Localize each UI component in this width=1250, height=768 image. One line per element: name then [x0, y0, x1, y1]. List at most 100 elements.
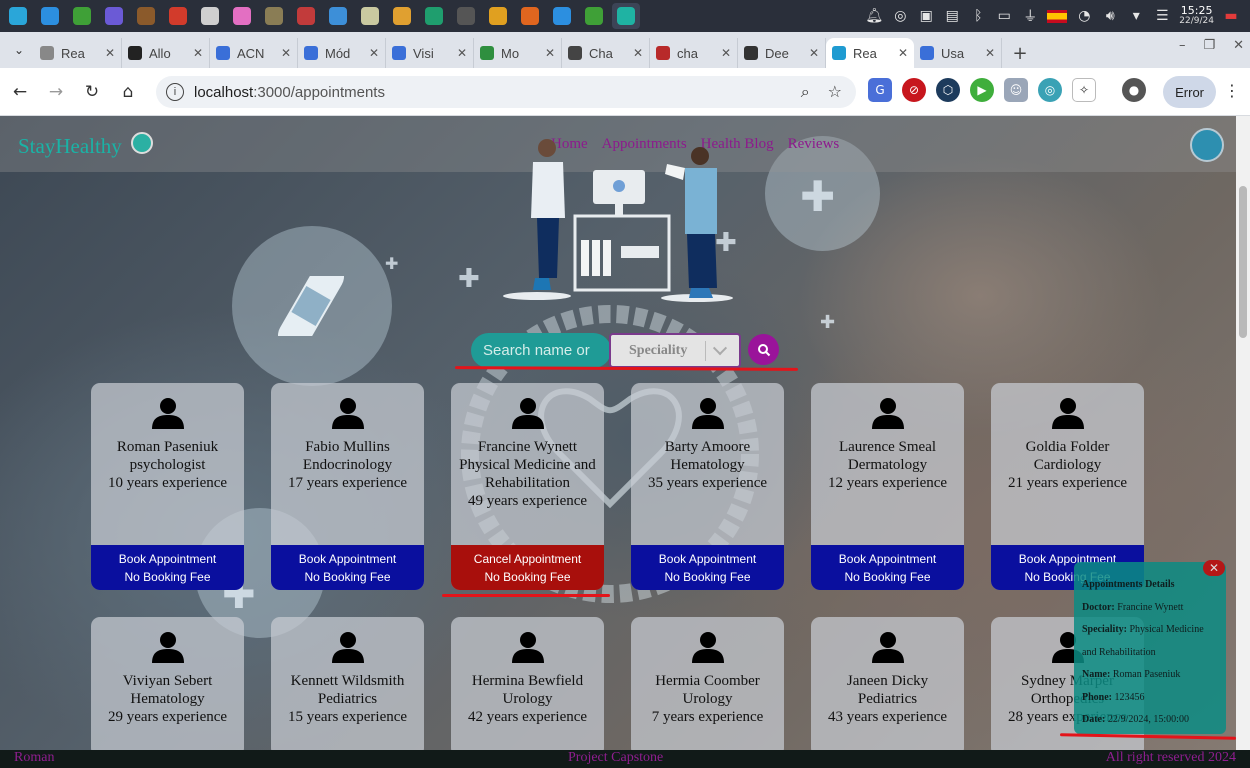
- dropdown-icon[interactable]: ▾: [1127, 8, 1145, 24]
- tab-close-icon[interactable]: ✕: [281, 46, 291, 60]
- vscode-icon[interactable]: [548, 3, 576, 29]
- app-moon-icon[interactable]: [100, 3, 128, 29]
- usb-icon[interactable]: ⏚: [1021, 6, 1039, 26]
- clipboard-icon[interactable]: ▤: [943, 8, 961, 24]
- book-appointment-button[interactable]: Book Appointment No Booking Fee: [631, 545, 784, 590]
- firefox-icon[interactable]: [516, 3, 544, 29]
- user-avatar-icon[interactable]: [1190, 128, 1224, 162]
- tab-close-icon[interactable]: ✕: [545, 46, 555, 60]
- browser-tab[interactable]: Visi ✕: [386, 38, 474, 68]
- bookmark-star-icon[interactable]: ☆: [828, 82, 842, 102]
- translate-extension-icon[interactable]: G: [868, 78, 892, 102]
- booking-fee-label: No Booking Fee: [484, 569, 571, 584]
- doctor-person-icon: [332, 632, 364, 663]
- popup-close-button[interactable]: ✕: [1203, 560, 1225, 576]
- tab-close-icon[interactable]: ✕: [193, 46, 203, 60]
- app-camera-icon[interactable]: [196, 3, 224, 29]
- app-palette-icon[interactable]: [388, 3, 416, 29]
- minimize-icon[interactable]: –: [1179, 38, 1186, 53]
- tab-close-icon[interactable]: ✕: [985, 46, 995, 60]
- zoom-icon[interactable]: ⌕: [801, 82, 810, 102]
- new-tab-button[interactable]: +: [1006, 39, 1034, 67]
- play-extension-icon[interactable]: ▶: [970, 78, 994, 102]
- github-icon: [128, 46, 142, 60]
- hex-extension-icon[interactable]: ⬡: [936, 78, 960, 102]
- browser-tab[interactable]: Mód ✕: [298, 38, 386, 68]
- app-disc-icon[interactable]: [324, 3, 352, 29]
- mongodb-icon[interactable]: [580, 3, 608, 29]
- error-button[interactable]: Error: [1163, 76, 1216, 108]
- site-info-icon[interactable]: i: [166, 83, 184, 101]
- tab-close-icon[interactable]: ✕: [369, 46, 379, 60]
- power-icon[interactable]: ▬: [1222, 8, 1240, 24]
- doctor-search-input[interactable]: Search name or: [471, 333, 611, 368]
- files-icon[interactable]: [356, 3, 384, 29]
- search-button[interactable]: [748, 334, 779, 365]
- vpn-icon[interactable]: ▣: [917, 8, 935, 24]
- tab-close-icon[interactable]: ✕: [809, 46, 819, 60]
- page-scrollbar[interactable]: [1236, 116, 1250, 750]
- app-tray-icon[interactable]: ◎: [891, 8, 909, 24]
- browser-tab[interactable]: Dee ✕: [738, 38, 826, 68]
- vscode-icon[interactable]: [36, 3, 64, 29]
- maximize-icon[interactable]: ❐: [1203, 38, 1215, 53]
- popup-name-row: Name: Roman Paseniuk: [1082, 669, 1181, 680]
- url-text[interactable]: localhost:3000/appointments: [194, 84, 385, 101]
- close-window-icon[interactable]: ✕: [1233, 38, 1244, 53]
- tab-search-button[interactable]: ⌄: [4, 35, 34, 65]
- speciality-select[interactable]: Speciality: [609, 333, 741, 368]
- wifi-icon[interactable]: ◔: [1075, 8, 1093, 24]
- browser-tab[interactable]: Rea ✕: [34, 38, 122, 68]
- mongodb-icon[interactable]: [68, 3, 96, 29]
- nav-link[interactable]: Reviews: [788, 136, 840, 153]
- profile-avatar-icon[interactable]: ●: [1122, 78, 1146, 102]
- site-logo[interactable]: StayHealthy: [18, 134, 122, 159]
- app-teal-icon[interactable]: [612, 3, 640, 29]
- book-appointment-button[interactable]: Book Appointment No Booking Fee: [811, 545, 964, 590]
- tab-close-icon[interactable]: ✕: [105, 46, 115, 60]
- tab-close-icon[interactable]: ✕: [721, 46, 731, 60]
- cancel-appointment-button[interactable]: Cancel Appointment No Booking Fee: [451, 545, 604, 590]
- browser-tab[interactable]: Allo ✕: [122, 38, 210, 68]
- app-green-icon[interactable]: [420, 3, 448, 29]
- doctor-info: Janeen Dicky Pediatrics 43 years experienc…: [811, 672, 964, 726]
- extensions-puzzle-icon[interactable]: ✧: [1072, 78, 1096, 102]
- book-appointment-button[interactable]: Book Appointment No Booking Fee: [271, 545, 424, 590]
- network-icon[interactable]: [4, 3, 32, 29]
- chrome-icon[interactable]: [484, 3, 512, 29]
- browser-tab[interactable]: Cha ✕: [562, 38, 650, 68]
- notifications-icon[interactable]: 🔔︎: [865, 8, 883, 24]
- forward-button[interactable]: →: [40, 76, 72, 108]
- ring-extension-icon[interactable]: ◎: [1038, 78, 1062, 102]
- browser-tab[interactable]: ACN ✕: [210, 38, 298, 68]
- back-button[interactable]: ←: [4, 76, 36, 108]
- browser-tab[interactable]: Usa ✕: [914, 38, 1002, 68]
- app-color-icon[interactable]: [228, 3, 256, 29]
- app-red-icon[interactable]: [164, 3, 192, 29]
- minecraft-icon[interactable]: [132, 3, 160, 29]
- app-book-icon[interactable]: [292, 3, 320, 29]
- browser-menu-icon[interactable]: ⋮: [1224, 81, 1240, 100]
- book-appointment-button[interactable]: Book Appointment No Booking Fee: [91, 545, 244, 590]
- address-bar[interactable]: i localhost:3000/appointments ⌕ ☆: [156, 76, 856, 108]
- robot-extension-icon[interactable]: ☺: [1004, 78, 1028, 102]
- display-icon[interactable]: ▭: [995, 8, 1013, 24]
- terminal-icon[interactable]: [452, 3, 480, 29]
- tab-close-icon[interactable]: ✕: [457, 46, 467, 60]
- clock[interactable]: 15:25 22/9/24: [1179, 5, 1214, 27]
- clipboard-manager-icon[interactable]: ☰: [1153, 8, 1171, 24]
- gimp-icon[interactable]: [260, 3, 288, 29]
- browser-tab[interactable]: Rea ✕: [826, 38, 914, 68]
- doctor-experience: 35 years experience: [647, 475, 768, 491]
- blocker-extension-icon[interactable]: ⊘: [902, 78, 926, 102]
- tab-close-icon[interactable]: ✕: [633, 46, 643, 60]
- browser-tab[interactable]: cha ✕: [650, 38, 738, 68]
- volume-icon[interactable]: 🔊︎: [1101, 8, 1119, 24]
- tab-close-icon[interactable]: ✕: [898, 46, 908, 60]
- browser-tab[interactable]: Mo ✕: [474, 38, 562, 68]
- keyboard-layout-flag-icon[interactable]: [1047, 9, 1068, 23]
- scrollbar-thumb[interactable]: [1239, 186, 1247, 338]
- home-button[interactable]: ⌂: [112, 76, 144, 108]
- reload-button[interactable]: ↻: [76, 76, 108, 108]
- bluetooth-icon[interactable]: ᛒ: [969, 8, 987, 24]
